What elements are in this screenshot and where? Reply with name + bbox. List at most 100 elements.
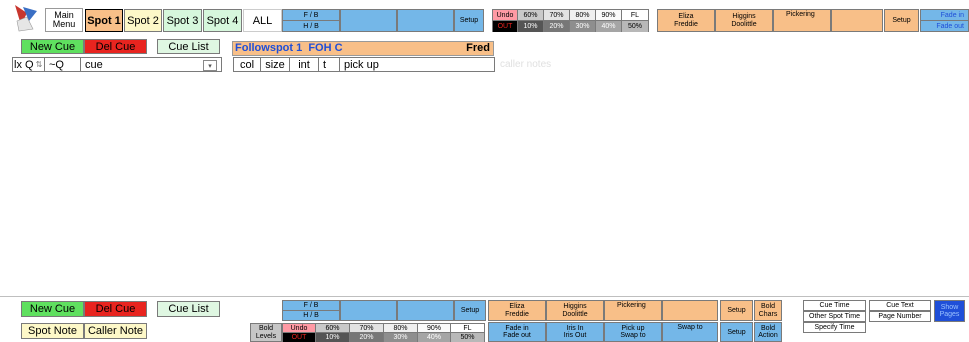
pick-up-column-header[interactable]: pick up — [340, 58, 494, 71]
spot-3-tab[interactable]: Spot 3 — [163, 9, 202, 32]
bottom-blue-slot-1[interactable] — [340, 300, 397, 321]
names-setup-button[interactable]: Setup — [884, 9, 919, 32]
action-iris-button[interactable]: Iris In Iris Out — [546, 322, 604, 342]
action-bottom-label: Swap to — [620, 332, 646, 339]
bottom-cue-list-button[interactable]: Cue List — [157, 301, 220, 317]
fade-out-button[interactable]: Fade out — [920, 20, 969, 32]
bottom-level-40-button[interactable]: 40% — [418, 333, 451, 342]
level-70-button[interactable]: 70% — [544, 10, 570, 20]
name-empty-slot[interactable] — [831, 9, 883, 32]
bottom-level-undo-button[interactable]: Undo — [283, 324, 316, 332]
bottom-level-50-button[interactable]: 50% — [451, 333, 484, 342]
caller-note-button[interactable]: Caller Note — [84, 323, 147, 339]
cue-time-button[interactable]: Cue Time — [803, 300, 866, 311]
int-column-header[interactable]: int — [290, 58, 319, 71]
bottom-setup-button[interactable]: Setup — [454, 300, 486, 321]
level-80-button[interactable]: 80% — [570, 10, 596, 20]
bottom-level-90-button[interactable]: 90% — [418, 324, 451, 332]
show-pages-button[interactable]: Show Pages — [934, 300, 965, 322]
name-top-label: Higgins — [563, 303, 587, 311]
action-bottom-label: Fade out — [503, 332, 531, 339]
specify-time-button[interactable]: Specify Time — [803, 322, 866, 333]
main-menu-button[interactable]: Main Menu — [45, 8, 83, 32]
name-top-label: Eliza — [678, 13, 694, 21]
level-40-button[interactable]: 40% — [596, 21, 622, 32]
bottom-level-80-button[interactable]: 80% — [384, 324, 418, 332]
action-top-label: Fade in — [505, 324, 529, 332]
bold-levels-button[interactable]: Bold Levels — [250, 323, 282, 342]
bottom-name-pickering-button[interactable]: Pickering — [604, 300, 662, 321]
level-60-button[interactable]: 60% — [518, 10, 544, 20]
spot-note-button[interactable]: Spot Note — [21, 323, 84, 339]
bottom-name-eliza-freddie-button[interactable]: Eliza Freddie — [488, 300, 546, 321]
bottom-blue-slot-2[interactable] — [397, 300, 454, 321]
top-blue-slot-2[interactable] — [397, 9, 454, 32]
cue-list-area[interactable] — [0, 73, 969, 295]
page-number-button[interactable]: Page Number — [869, 311, 931, 322]
spot-2-tab[interactable]: Spot 2 — [124, 9, 162, 32]
level-out-button[interactable]: OUT — [493, 21, 518, 32]
level-10-button[interactable]: 10% — [518, 21, 544, 32]
level-50-button[interactable]: 50% — [622, 21, 648, 32]
delete-cue-button[interactable]: Del Cue — [84, 39, 147, 54]
bottom-level-60-button[interactable]: 60% — [316, 324, 350, 332]
spot-4-tab[interactable]: Spot 4 — [203, 9, 242, 32]
bottom-level-20-button[interactable]: 20% — [350, 333, 384, 342]
top-setup-button[interactable]: Setup — [454, 9, 484, 32]
bottom-level-out-button[interactable]: OUT — [283, 333, 316, 342]
new-cue-button[interactable]: New Cue — [21, 39, 84, 54]
cue-dropdown-icon[interactable]: ▾ — [203, 60, 217, 71]
size-column-header[interactable]: size — [261, 58, 290, 71]
level-undo-button[interactable]: Undo — [493, 10, 518, 20]
spot-q-column-header[interactable]: ~Q — [45, 58, 81, 71]
bottom-level-70-button[interactable]: 70% — [350, 324, 384, 332]
bottom-names-setup-button[interactable]: Setup — [720, 300, 753, 321]
level-90-button[interactable]: 90% — [596, 10, 622, 20]
level-fl-button[interactable]: FL — [622, 10, 648, 20]
spot-1-tab[interactable]: Spot 1 — [85, 9, 123, 32]
name-eliza-freddie-button[interactable]: Eliza Freddie — [657, 9, 715, 32]
action-bottom-label: Iris Out — [563, 332, 587, 339]
name-bottom-label: Freddie — [505, 310, 529, 318]
bottom-name-empty-slot[interactable] — [662, 300, 718, 321]
operator-name: Fred — [466, 42, 490, 54]
name-bottom-label: Doolittle — [731, 20, 757, 28]
top-level-grid: Undo 60% 70% 80% 90% FL OUT 10% 20% 30% … — [492, 9, 649, 32]
level-30-button[interactable]: 30% — [570, 21, 596, 32]
bold-chars-button[interactable]: Bold Chars — [754, 300, 782, 321]
action-setup-button[interactable]: Setup — [720, 322, 753, 342]
bold-action-button[interactable]: Bold Action — [754, 322, 782, 342]
bottom-house-back-button[interactable]: H / B — [282, 310, 340, 321]
bottom-new-cue-button[interactable]: New Cue — [21, 301, 84, 317]
name-higgins-doolittle-button[interactable]: Higgins Doolittle — [715, 9, 773, 32]
all-spots-button[interactable]: ALL — [243, 9, 282, 32]
cue-list-button[interactable]: Cue List — [157, 39, 220, 54]
action-swap-button[interactable]: Swap to — [662, 322, 718, 342]
col-column-header[interactable]: col — [234, 58, 261, 71]
action-top-label: Pick up — [621, 324, 645, 332]
spot-column-header-row: col size int t pick up — [233, 57, 495, 72]
bottom-level-10-button[interactable]: 10% — [316, 333, 350, 342]
lx-q-label: lx Q — [14, 58, 34, 71]
top-blue-slot-1[interactable] — [340, 9, 397, 32]
cue-text-button[interactable]: Cue Text — [869, 300, 931, 311]
name-pickering-button[interactable]: Pickering — [773, 9, 831, 32]
lx-q-column-header[interactable]: lx Q ⇅ — [13, 58, 45, 71]
bottom-delete-cue-button[interactable]: Del Cue — [84, 301, 147, 317]
t-column-header[interactable]: t — [319, 58, 340, 71]
bottom-level-30-button[interactable]: 30% — [384, 333, 418, 342]
bottom-level-grid: Undo 60% 70% 80% 90% FL OUT 10% 20% 30% … — [282, 323, 485, 342]
name-top-label: Eliza — [509, 303, 525, 311]
bottom-level-fl-button[interactable]: FL — [451, 324, 484, 332]
other-spot-time-button[interactable]: Other Spot Time — [803, 311, 866, 322]
action-top-label: Iris In — [566, 324, 584, 332]
action-pickup-button[interactable]: Pick up Swap to — [604, 322, 662, 342]
bottom-divider — [0, 296, 969, 297]
column-header-row: lx Q ⇅ ~Q cue ▾ — [12, 57, 222, 72]
action-fade-button[interactable]: Fade in Fade out — [488, 322, 546, 342]
bottom-name-higgins-doolittle-button[interactable]: Higgins Doolittle — [546, 300, 604, 321]
house-back-button[interactable]: H / B — [282, 20, 340, 32]
caller-notes-field[interactable]: caller notes — [500, 59, 660, 70]
cue-column-header[interactable]: cue — [81, 58, 203, 71]
level-20-button[interactable]: 20% — [544, 21, 570, 32]
